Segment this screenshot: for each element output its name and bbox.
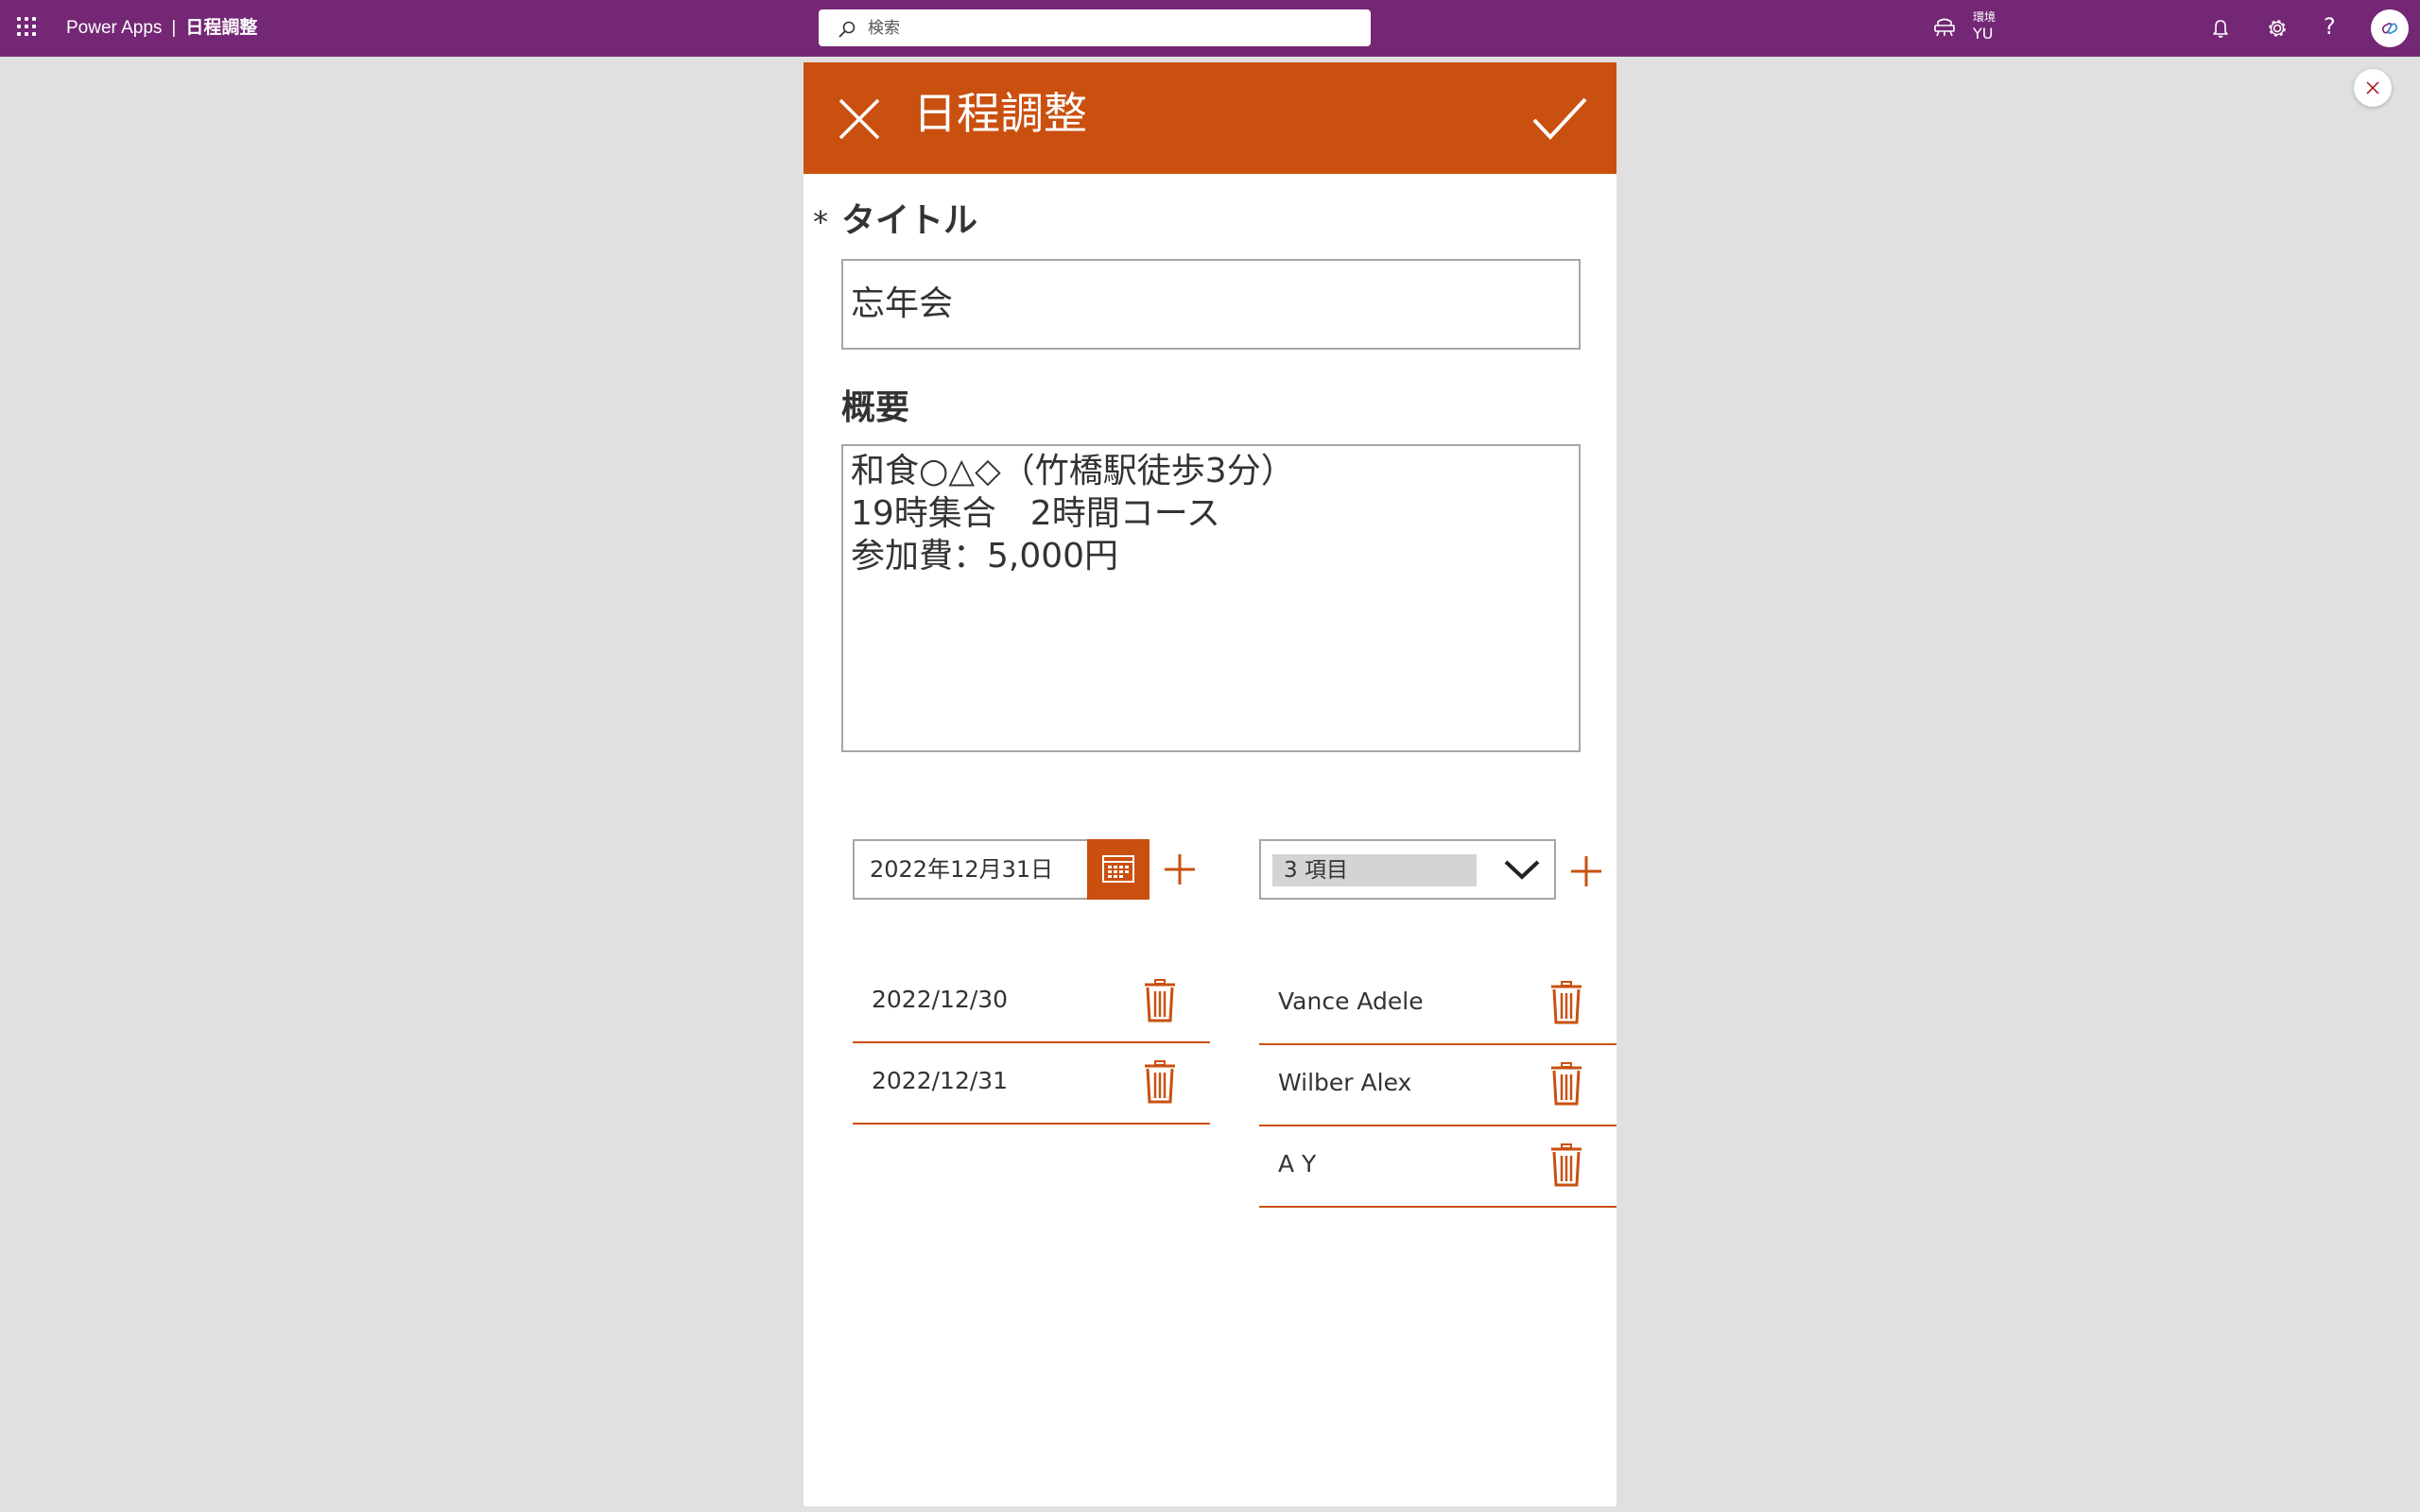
product-name[interactable]: Power Apps — [66, 18, 162, 38]
waffle-icon[interactable] — [17, 17, 38, 38]
copilot-glyph-icon — [2381, 23, 2398, 34]
environment-icon — [1934, 18, 1955, 37]
app-canvas: 日程調整 * タイトル 忘年会 概要 和食○△◇（竹橋駅徒歩3分） 19時集合 … — [804, 62, 1616, 1506]
app-name: 日程調整 — [185, 18, 258, 38]
trash-icon[interactable] — [1144, 979, 1176, 1022]
date-picker-value[interactable]: 2022年12月31日 — [870, 841, 1053, 898]
description-line: 19時集合 2時間コース — [851, 494, 1220, 533]
title-input[interactable]: 忘年会 — [841, 259, 1581, 350]
selection-count-chip: 3 項目 — [1272, 854, 1477, 886]
app-header: 日程調整 — [804, 62, 1616, 174]
copilot-avatar-icon[interactable] — [2371, 9, 2409, 47]
search-icon — [838, 21, 856, 38]
participant-list-item[interactable]: Wilber Alex — [1259, 1045, 1616, 1126]
brand: Power Apps | 日程調整 — [66, 0, 257, 57]
trash-icon[interactable] — [1550, 1062, 1582, 1106]
participant-list-item[interactable]: Vance Adele — [1259, 964, 1616, 1045]
search-box[interactable] — [819, 9, 1371, 46]
calendar-icon — [1102, 855, 1134, 883]
description-line: 参加費：5,000円 — [851, 537, 1119, 576]
participant-name: Wilber Alex — [1278, 1069, 1412, 1096]
bell-icon[interactable] — [2208, 16, 2233, 41]
trash-icon[interactable] — [1550, 981, 1582, 1024]
description-label: 概要 — [841, 388, 910, 427]
date-picker[interactable]: 2022年12月31日 — [853, 839, 1150, 900]
title-label: タイトル — [841, 201, 978, 240]
participants-combobox[interactable]: 3 項目 — [1259, 839, 1556, 900]
chevron-down-icon[interactable] — [1503, 858, 1541, 881]
top-bar: Power Apps | 日程調整 環境 YU ? — [0, 0, 2420, 57]
brand-separator: | — [171, 18, 177, 38]
close-panel-button[interactable] — [2354, 69, 2392, 107]
calendar-button[interactable] — [1087, 839, 1150, 900]
date-list-item[interactable]: 2022/12/31 — [853, 1043, 1210, 1125]
environment-name: YU — [1973, 25, 1994, 43]
search-input[interactable] — [868, 9, 1350, 46]
description-line: 和食○△◇（竹橋駅徒歩3分） — [851, 452, 1295, 490]
check-icon[interactable] — [1531, 94, 1588, 143]
gear-icon[interactable] — [2265, 16, 2290, 41]
close-icon — [2366, 81, 2379, 94]
date-list-item[interactable]: 2022/12/30 — [853, 962, 1210, 1043]
trash-icon[interactable] — [1144, 1060, 1176, 1104]
required-asterisk: * — [813, 204, 828, 240]
participant-name: Vance Adele — [1278, 988, 1424, 1015]
trash-icon[interactable] — [1550, 1143, 1582, 1187]
help-icon[interactable]: ? — [2324, 11, 2336, 42]
description-input[interactable]: 和食○△◇（竹橋駅徒歩3分） 19時集合 2時間コース 参加費：5,000円 — [841, 444, 1581, 752]
date-item-label: 2022/12/31 — [872, 1067, 1009, 1094]
close-icon[interactable] — [838, 97, 881, 141]
participant-name: A Y — [1278, 1150, 1317, 1177]
screen-title: 日程調整 — [913, 88, 1087, 139]
add-date-button[interactable] — [1161, 850, 1199, 888]
participant-list-item[interactable]: A Y — [1259, 1126, 1616, 1208]
environment-label: 環境 — [1973, 10, 1996, 24]
add-participant-button[interactable] — [1567, 852, 1605, 890]
date-item-label: 2022/12/30 — [872, 986, 1009, 1013]
